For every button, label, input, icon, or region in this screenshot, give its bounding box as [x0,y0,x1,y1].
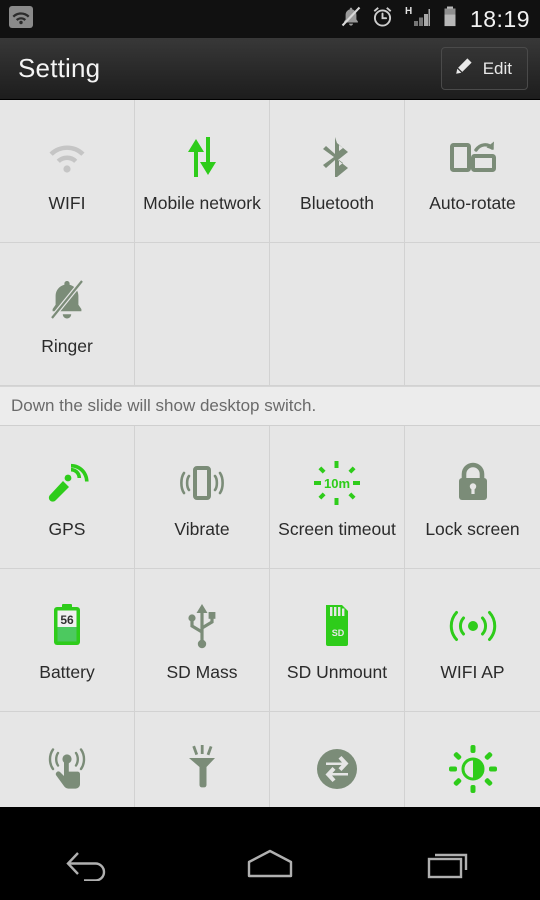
edit-button[interactable]: Edit [440,47,528,90]
home-button[interactable] [210,833,330,900]
toggle-mobile-network[interactable]: Mobile network [135,100,270,243]
toggle-auto-rotate[interactable]: Auto-rotate [405,100,540,243]
toggle-label: Bluetooth [300,193,374,214]
hint-bar: Down the slide will show desktop switch. [0,386,540,426]
sd-card-label: SD [332,628,345,638]
toggle-bluetooth[interactable]: Bluetooth [270,100,405,243]
status-bar-left [8,5,34,34]
toggle-label: Battery [39,662,95,683]
toggle-label: SD Unmount [286,662,388,683]
toggle-empty-slot [135,243,270,386]
toggle-row: Ringer [0,243,540,386]
battery-icon [442,5,458,34]
toggle-row: HapticFeedback Flashlight [0,712,540,807]
toggle-label: Lock screen [425,519,520,540]
mobile-network-icon [179,129,225,185]
toggle-grid-bottom: GPS Vibrate 10m Screen timeout Lock scre… [0,426,540,807]
toggle-label: Mobile network [143,193,261,214]
toggle-label: WIFI AP [440,662,505,683]
toggle-label: Screen timeout [278,519,396,540]
toggle-grid-top: WIFI Mobile network Bluetooth Auto-rotat… [0,100,540,386]
home-icon [243,847,297,886]
vibrate-icon [177,455,227,511]
sd-card-icon: SD [319,598,355,654]
toggle-label: Vibrate [174,519,230,540]
auto-rotate-icon [449,129,497,185]
lock-icon [453,455,493,511]
ringer-muted-icon [45,272,89,328]
page-title: Setting [18,53,101,83]
toggle-wifi-ap[interactable]: WIFI AP [405,569,540,712]
hint-text: Down the slide will show desktop switch. [11,396,317,415]
toggle-flashlight[interactable]: Flashlight [135,712,270,807]
toggle-sd-mass[interactable]: SD Mass [135,569,270,712]
alarm-clock-icon [371,5,394,33]
h-network-signal-icon: H [403,5,433,34]
auto-sync-icon [314,741,360,797]
status-bar-clock: 18:19 [469,5,530,32]
status-bar-right: H 18:19 [340,5,530,34]
wifi-icon [42,129,92,185]
edit-button-label: Edit [482,58,512,78]
toggle-row: 56 Battery SD Mass SD SD Unmount WIFI AP [0,569,540,712]
wifi-hotspot-icon [445,598,501,654]
gps-satellite-icon [44,455,90,511]
toggle-label: Auto-rotate [429,193,516,214]
toggle-lock-screen[interactable]: Lock screen [405,426,540,569]
battery-level-value: 56 [60,613,74,627]
haptic-feedback-icon [45,741,89,797]
toggle-label: SD Mass [166,662,238,683]
toggle-label: Ringer [41,336,93,357]
battery-level-icon: 56 [50,598,84,654]
toggle-auto-sync[interactable]: Auto-sync [270,712,405,807]
toggle-ringer[interactable]: Ringer [0,243,135,386]
navigation-bar [0,833,540,900]
pencil-icon [454,56,474,81]
recents-icon [425,847,475,886]
action-bar: Setting Edit [0,38,540,100]
toggle-empty-slot [405,243,540,386]
toggle-haptic-feedback[interactable]: HapticFeedback [0,712,135,807]
back-arrow-icon [64,847,116,886]
back-button[interactable] [30,833,150,900]
toggle-sd-unmount[interactable]: SD SD Unmount [270,569,405,712]
status-bar: H 18:19 [0,0,540,38]
screen-timeout-value: 10m [324,476,350,491]
toggle-empty-slot [270,243,405,386]
toggle-battery[interactable]: 56 Battery [0,569,135,712]
svg-text:H: H [405,6,412,17]
toggle-row: WIFI Mobile network Bluetooth Auto-rotat… [0,100,540,243]
toggle-label: WIFI [48,193,86,214]
toggle-label: GPS [48,519,86,540]
toggle-screen-timeout[interactable]: 10m Screen timeout [270,426,405,569]
toggle-wifi[interactable]: WIFI [0,100,135,243]
toggle-brightness[interactable]: Brightness [405,712,540,807]
toggle-row: GPS Vibrate 10m Screen timeout Lock scre… [0,426,540,569]
flashlight-icon [181,741,223,797]
toggle-vibrate[interactable]: Vibrate [135,426,270,569]
ringer-muted-icon [340,5,362,33]
recents-button[interactable] [390,833,510,900]
toggle-gps[interactable]: GPS [0,426,135,569]
bluetooth-icon [320,129,354,185]
brightness-icon [448,741,498,797]
screen-timeout-icon: 10m [311,455,363,511]
wifi-signal-icon [8,5,34,34]
usb-icon [184,598,220,654]
